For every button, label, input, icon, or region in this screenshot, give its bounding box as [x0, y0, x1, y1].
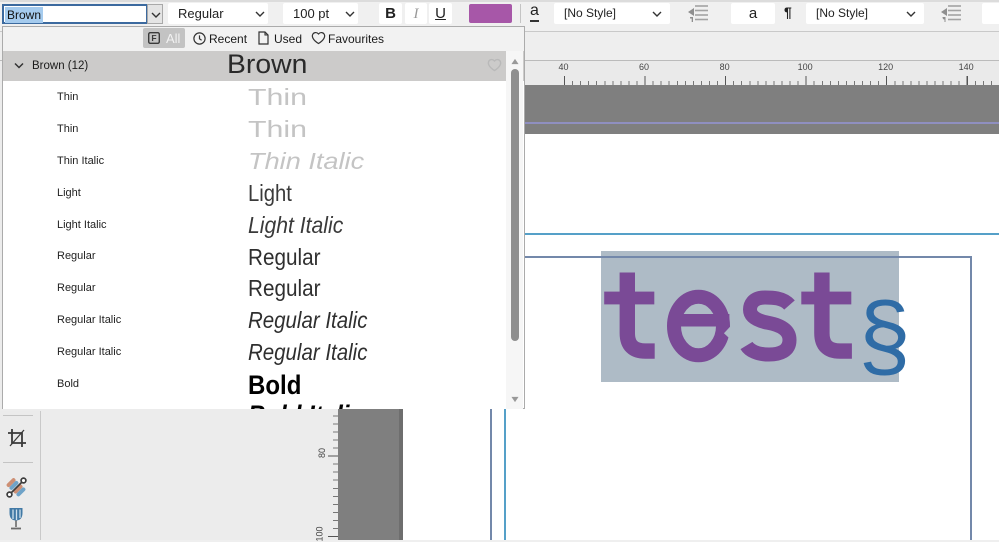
svg-text:§: §	[858, 283, 910, 388]
svg-text:F: F	[151, 33, 156, 43]
